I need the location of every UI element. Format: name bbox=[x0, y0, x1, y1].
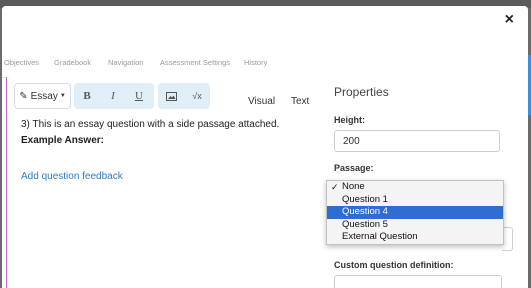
tab-history[interactable]: History bbox=[244, 58, 267, 67]
height-input[interactable]: 200 bbox=[334, 130, 500, 152]
underline-button[interactable]: U bbox=[126, 85, 152, 107]
tab-navigation[interactable]: Navigation bbox=[108, 58, 143, 67]
tab-assessment-settings[interactable]: Assessment Settings bbox=[160, 58, 230, 67]
format-button-group: B I U bbox=[74, 83, 154, 109]
example-answer-label: Example Answer: bbox=[21, 135, 104, 146]
passage-dropdown-menu: ✓ None Question 1 Question 4 Question 5 … bbox=[326, 180, 504, 245]
height-label: Height: bbox=[334, 115, 365, 125]
tab-objectives[interactable]: Objectives bbox=[4, 58, 39, 67]
custom-definition-label: Custom question definition: bbox=[334, 260, 454, 270]
passage-option-question-1[interactable]: Question 1 bbox=[327, 194, 503, 207]
close-icon[interactable]: × bbox=[505, 12, 514, 28]
custom-definition-input[interactable] bbox=[334, 275, 502, 288]
properties-panel: Properties Height: 200 Passage: ▲▼ ✓ Non… bbox=[316, 77, 528, 288]
bold-button[interactable]: B bbox=[74, 85, 100, 107]
tab-gradebook[interactable]: Gradebook bbox=[54, 58, 91, 67]
pencil-icon: ✎ bbox=[19, 90, 28, 102]
question-type-dropdown[interactable]: ✎ Essay ▼ bbox=[14, 83, 71, 109]
question-editor-pane: ✎ Essay ▼ B I U √x Visual Text 3) This i… bbox=[6, 77, 317, 288]
question-type-label: Essay bbox=[30, 90, 58, 102]
add-feedback-link[interactable]: Add question feedback bbox=[21, 171, 123, 182]
question-editor-modal: × Objectives Gradebook Navigation Assess… bbox=[2, 6, 528, 288]
passage-option-question-4[interactable]: Question 4 bbox=[327, 206, 503, 219]
modal-header bbox=[2, 6, 528, 51]
passage-option-question-5[interactable]: Question 5 bbox=[327, 219, 503, 232]
formula-icon[interactable]: √x bbox=[184, 85, 210, 107]
tab-text[interactable]: Text bbox=[291, 96, 309, 107]
image-icon[interactable] bbox=[158, 85, 184, 107]
question-text: 3) This is an essay question with a side… bbox=[21, 119, 280, 130]
settings-tabs: Objectives Gradebook Navigation Assessme… bbox=[2, 51, 528, 78]
passage-option-external-question[interactable]: External Question bbox=[327, 231, 503, 244]
passage-label: Passage: bbox=[334, 163, 374, 173]
italic-button[interactable]: I bbox=[100, 85, 126, 107]
caret-down-icon: ▼ bbox=[59, 93, 66, 99]
insert-button-group: √x bbox=[158, 83, 210, 109]
tab-visual[interactable]: Visual bbox=[248, 96, 275, 107]
passage-option-none[interactable]: ✓ None bbox=[327, 181, 503, 194]
properties-title: Properties bbox=[334, 85, 389, 99]
checkmark-icon: ✓ bbox=[331, 182, 339, 192]
